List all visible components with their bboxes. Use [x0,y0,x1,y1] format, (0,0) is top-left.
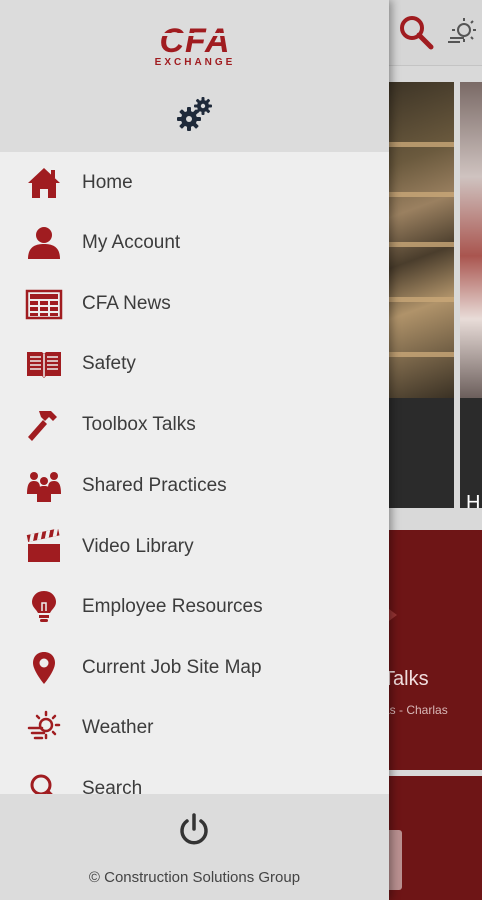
menu-item-safety[interactable]: Safety [0,334,389,394]
card-subtitle: as - Charlas [383,703,448,717]
map-pin-icon [33,652,55,684]
toolbox-talks-card[interactable] [389,530,482,770]
hammer-icon [28,411,57,441]
menu-item-label: Safety [82,353,136,374]
cfa-exchange-logo: CFA EXCHANGE [139,24,251,70]
menu-item-my-account[interactable]: My Account [0,213,389,273]
navigation-drawer: CFA EXCHANGE Home My Account CFA News Sa… [0,0,389,900]
people-icon [27,472,61,502]
menu-item-shared-practices[interactable]: Shared Practices [0,456,389,516]
menu-item-label: Current Job Site Map [82,657,262,678]
menu-item-current-job-site-map[interactable]: Current Job Site Map [0,638,389,698]
menu-item-label: My Account [82,232,181,253]
drawer-menu: Home My Account CFA News Safety Toolbox … [0,152,389,794]
content-tile[interactable] [389,82,454,508]
drawer-header: CFA EXCHANGE [0,0,389,152]
tile-photo [460,82,482,398]
menu-item-video-library[interactable]: Video Library [0,517,389,577]
menu-item-employee-resources[interactable]: Employee Resources [0,577,389,637]
logo-main-text: CFA [159,22,231,60]
card-title: Talks [383,668,429,690]
user-icon [28,227,60,259]
menu-item-label: CFA News [82,293,171,314]
search-icon[interactable] [398,14,434,50]
menu-item-cfa-news[interactable]: CFA News [0,274,389,334]
menu-item-home[interactable]: Home [0,153,389,213]
weather-icon[interactable] [446,16,478,48]
lightbulb-icon [32,591,56,622]
power-icon[interactable] [177,812,211,848]
menu-item-label: Toolbox Talks [82,414,196,435]
gears-icon[interactable] [176,96,214,132]
menu-item-label: Employee Resources [82,596,263,617]
menu-item-toolbox-talks[interactable]: Toolbox Talks [0,395,389,455]
tile-photo [389,82,454,398]
menu-item-search[interactable]: Search [0,759,389,794]
logo-swoosh [139,33,251,36]
logo-sub-text: EXCHANGE [154,57,236,68]
menu-item-label: Search [82,778,143,794]
copyright-text: © Construction Solutions Group [88,869,301,886]
content-card[interactable] [389,776,482,900]
menu-item-label: Video Library [82,536,194,557]
newspaper-icon [25,289,63,320]
weather-icon [27,710,61,740]
drawer-footer: © Construction Solutions Group [0,794,389,900]
search-icon [30,774,53,794]
clapperboard-icon [26,529,60,562]
tile-title: H [466,492,481,508]
content-tile[interactable]: H [460,82,482,508]
menu-item-label: Weather [82,717,154,738]
book-icon [27,352,61,378]
menu-item-label: Shared Practices [82,475,227,496]
home-icon [28,168,60,198]
menu-item-weather[interactable]: Weather [0,698,389,758]
menu-item-label: Home [82,172,133,193]
